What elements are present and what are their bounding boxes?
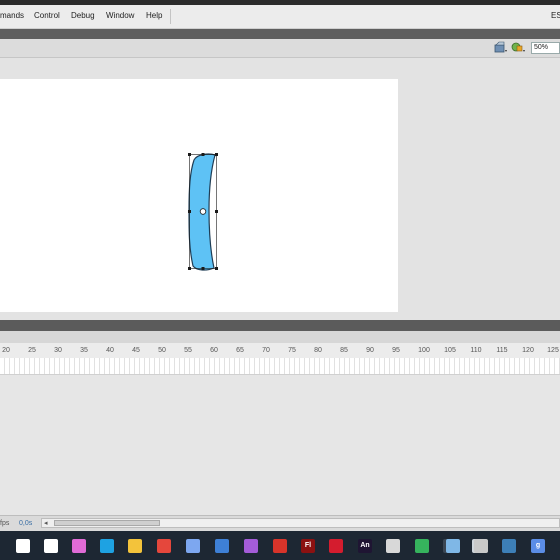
- scroll-left-icon[interactable]: ◂: [44, 519, 48, 527]
- timeline-layer-area[interactable]: [0, 375, 560, 515]
- ruler-label: 75: [288, 347, 296, 354]
- timeline-frames[interactable]: [0, 358, 560, 375]
- ruler-label: 85: [340, 347, 348, 354]
- menu-control[interactable]: Control: [34, 11, 60, 20]
- workspace-switcher[interactable]: ES: [551, 11, 560, 20]
- chrome-icon[interactable]: [157, 539, 171, 553]
- ruler-label: 25: [28, 347, 36, 354]
- panel-divider-bar: [0, 320, 560, 331]
- ruler-label: 45: [132, 347, 140, 354]
- animate-icon[interactable]: An: [358, 539, 372, 553]
- ruler-label: 115: [496, 347, 508, 354]
- edit-scene-icon[interactable]: [494, 41, 508, 59]
- ruler-label: 80: [314, 347, 322, 354]
- menu-commands[interactable]: mands: [0, 11, 24, 20]
- menu-divider: [170, 9, 171, 24]
- menu-help[interactable]: Help: [146, 11, 162, 20]
- ruler-label: 60: [210, 347, 218, 354]
- flash-icon[interactable]: [273, 539, 287, 553]
- ruler-label: 110: [470, 347, 482, 354]
- chrome-alt-icon[interactable]: [186, 539, 200, 553]
- ruler-label: 20: [2, 347, 10, 354]
- timeline-ruler[interactable]: 20 25 30 35 40 45 50 55 60 65 70 75 80 8…: [0, 343, 560, 359]
- task-view-icon[interactable]: [44, 539, 58, 553]
- windows-icon[interactable]: [16, 539, 30, 553]
- menu-window[interactable]: Window: [106, 11, 134, 20]
- edge-icon[interactable]: [100, 539, 114, 553]
- copilot-icon[interactable]: [72, 539, 86, 553]
- ruler-label: 70: [262, 347, 270, 354]
- timeline-horizontal-scrollbar[interactable]: ◂: [41, 518, 560, 528]
- ruler-label: 125: [547, 347, 559, 354]
- selected-shape[interactable]: [185, 150, 221, 279]
- edit-symbols-icon[interactable]: [511, 41, 526, 59]
- inkscape-icon[interactable]: [386, 539, 400, 553]
- fps-label: fps: [0, 520, 10, 527]
- ruler-label: 105: [444, 347, 456, 354]
- ruler-label: 50: [158, 347, 166, 354]
- document-tab-bar: [0, 29, 560, 39]
- elapsed-time: 0,0s: [19, 520, 33, 527]
- ruler-label: 95: [392, 347, 400, 354]
- taskbar: Fl An g: [0, 531, 560, 560]
- ruler-label: 65: [236, 347, 244, 354]
- ruler-label: 100: [418, 347, 430, 354]
- ruler-label: 120: [522, 347, 534, 354]
- ruler-label: 30: [54, 347, 62, 354]
- g-app-icon[interactable]: g: [531, 539, 545, 553]
- zoom-field[interactable]: 50%: [531, 42, 560, 54]
- file-explorer-icon[interactable]: [128, 539, 142, 553]
- image-viewer-icon[interactable]: [446, 539, 460, 553]
- menu-debug[interactable]: Debug: [71, 11, 95, 20]
- vectr-icon[interactable]: [415, 539, 429, 553]
- edit-toolbar: [0, 39, 560, 58]
- steam-icon[interactable]: [502, 539, 516, 553]
- store-icon[interactable]: [215, 539, 229, 553]
- ruler-label: 40: [106, 347, 114, 354]
- ruler-label: 35: [80, 347, 88, 354]
- media-icon[interactable]: [244, 539, 258, 553]
- flash-pro-icon[interactable]: Fl: [301, 539, 315, 553]
- toggle-icon[interactable]: [474, 539, 488, 553]
- scrollbar-thumb[interactable]: [54, 520, 160, 526]
- menu-bar: mands Control Debug Window Help ES: [0, 5, 560, 29]
- ruler-label: 55: [184, 347, 192, 354]
- flash-red-icon[interactable]: [329, 539, 343, 553]
- ruler-label: 90: [366, 347, 374, 354]
